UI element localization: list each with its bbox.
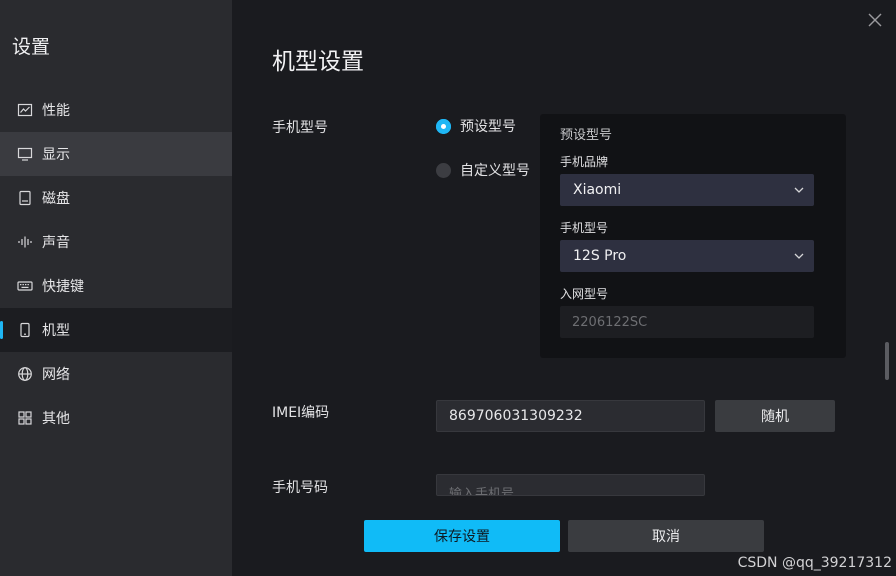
watermark: CSDN @qq_39217312 [737,555,892,571]
close-button[interactable] [866,11,884,29]
phone-number-input[interactable]: 输入手机号 [436,474,705,496]
save-settings-button[interactable]: 保存设置 [364,520,560,552]
disk-icon [16,189,34,207]
radio-preset-label: 预设型号 [460,119,516,135]
sidebar-item-shortcuts[interactable]: 快捷键 [0,264,232,308]
sidebar-item-sound[interactable]: 声音 [0,220,232,264]
model-select-value: 12S Pro [573,248,627,264]
sidebar-title: 设置 [12,36,51,58]
sidebar-nav: 性能 显示 磁盘 声音 快捷键 机型 网络 其他 [0,88,232,440]
sound-wave-icon [16,233,34,251]
cancel-button[interactable]: 取消 [568,520,764,552]
brand-label: 手机品牌 [560,155,609,169]
phone-number-label: 手机号码 [272,480,328,496]
sidebar: 设置 性能 显示 磁盘 声音 快捷键 机型 网络 其他 [0,0,232,576]
sidebar-item-label: 声音 [42,235,70,251]
random-imei-button[interactable]: 随机 [715,400,835,432]
brand-select[interactable]: Xiaomi [560,174,814,206]
chart-line-icon [16,101,34,119]
monitor-icon [16,145,34,163]
sidebar-item-model[interactable]: 机型 [0,308,232,352]
panel-heading: 预设型号 [560,128,613,143]
imei-label: IMEI编码 [272,405,330,421]
sidebar-item-label: 磁盘 [42,191,70,207]
keyboard-icon [16,277,34,295]
model-label: 手机型号 [272,120,328,136]
preset-model-panel: 预设型号 手机品牌 Xiaomi 手机型号 12S Pro 入网型号 22061… [540,114,846,358]
radio-unchecked-icon [436,162,451,178]
chevron-down-icon [794,187,804,193]
imei-input[interactable]: 869706031309232 [436,400,705,432]
radio-custom-model[interactable]: 自定义型号 [436,160,530,180]
chevron-down-icon [794,253,804,259]
page-title: 机型设置 [272,49,364,75]
close-icon [868,13,882,27]
network-model-label: 入网型号 [560,287,609,301]
network-model-field: 2206122SC [560,306,814,338]
grid-icon [16,409,34,427]
sidebar-item-disk[interactable]: 磁盘 [0,176,232,220]
radio-custom-label: 自定义型号 [460,163,530,179]
phone-icon [16,321,34,339]
sidebar-item-display[interactable]: 显示 [0,132,232,176]
sidebar-item-label: 机型 [42,323,70,339]
sidebar-item-other[interactable]: 其他 [0,396,232,440]
sidebar-item-label: 网络 [42,367,70,383]
model-select[interactable]: 12S Pro [560,240,814,272]
sidebar-item-network[interactable]: 网络 [0,352,232,396]
radio-checked-icon [436,118,451,134]
sidebar-item-performance[interactable]: 性能 [0,88,232,132]
globe-icon [16,365,34,383]
radio-preset-model[interactable]: 预设型号 [436,116,516,136]
sidebar-item-label: 快捷键 [42,279,84,295]
brand-select-value: Xiaomi [573,182,622,198]
sidebar-item-label: 其他 [42,411,70,427]
sidebar-item-label: 性能 [42,103,70,119]
main-panel: 机型设置 手机型号 预设型号 自定义型号 预设型号 手机品牌 Xiaomi 手机… [232,0,896,576]
model-select-label: 手机型号 [560,221,609,235]
scrollbar-thumb[interactable] [885,342,889,380]
sidebar-item-label: 显示 [42,147,70,163]
